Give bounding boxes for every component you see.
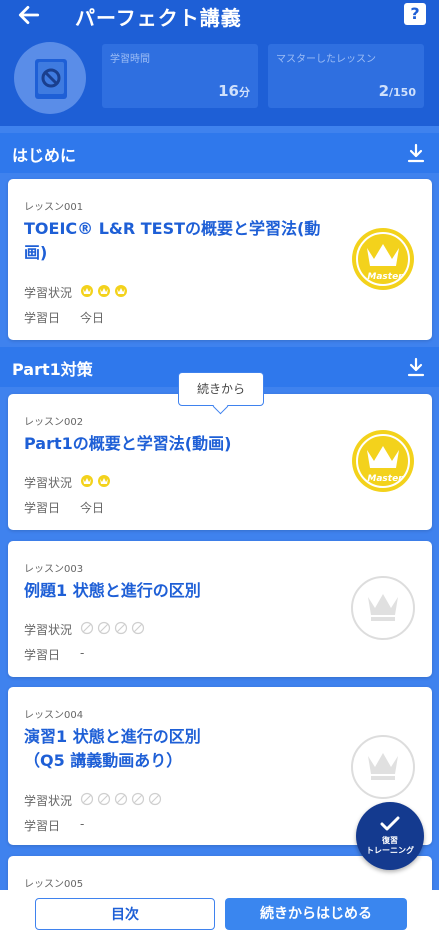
download-icon[interactable] <box>406 143 426 163</box>
review-training-label-1: 復習 <box>382 836 398 845</box>
study-time-stat: 学習時間 16分 <box>102 44 258 108</box>
date-row: 学習日 今日 <box>24 499 104 516</box>
date-value: 今日 <box>80 311 105 325</box>
status-icons <box>80 284 134 301</box>
course-book-icon <box>14 42 86 114</box>
date-label: 学習日 <box>24 648 61 662</box>
section-header-intro: はじめに <box>0 133 439 173</box>
date-value: - <box>80 817 85 831</box>
lesson-card-001[interactable]: レッスン001 TOEIC® L&R TESTの概要と学習法(動画) 学習状況 … <box>8 179 432 340</box>
date-row: 学習日 今日 <box>24 309 104 326</box>
lesson-title: 演習1 状態と進行の区別 （Q5 講義動画あり） <box>24 727 201 770</box>
date-value: - <box>80 646 85 660</box>
continue-start-button[interactable]: 続きからはじめる <box>225 898 407 930</box>
lesson-number: レッスン005 <box>24 879 84 890</box>
status-row: 学習状況 <box>24 284 127 301</box>
date-row: 学習日 - <box>24 646 84 663</box>
checkmark-icon <box>380 816 400 831</box>
status-row: 学習状況 <box>24 621 145 638</box>
status-icons <box>80 621 148 638</box>
status-label: 学習状況 <box>24 623 73 637</box>
mastered-lessons-label: マスターしたレッスン <box>276 54 376 65</box>
lesson-title: TOEIC® L&R TESTの概要と学習法(動画) <box>24 219 321 262</box>
help-icon[interactable]: ? <box>404 3 426 25</box>
lesson-title: 例題1 状態と進行の区別 <box>24 581 201 600</box>
mastered-lessons-stat: マスターしたレッスン 2/150 <box>268 44 424 108</box>
review-training-label-2: トレーニング <box>366 846 414 855</box>
app-header: パーフェクト講義 ? 学習時間 16分 マスターしたレッスン 2/150 <box>0 0 439 126</box>
status-row: 学習状況 <box>24 792 162 809</box>
section-title: はじめに <box>12 146 77 165</box>
master-crown-badge-icon: Master <box>352 430 414 492</box>
status-label: 学習状況 <box>24 794 73 808</box>
status-icons <box>80 792 166 809</box>
status-label: 学習状況 <box>24 286 73 300</box>
date-label: 学習日 <box>24 501 61 515</box>
master-crown-badge-icon: Master <box>352 228 414 290</box>
review-training-button[interactable]: 復習 トレーニング <box>356 802 424 870</box>
lesson-card-003[interactable]: レッスン003 例題1 状態と進行の区別 学習状況 学習日 - <box>8 541 432 677</box>
status-label: 学習状況 <box>24 476 73 490</box>
empty-crown-badge-icon <box>351 735 415 799</box>
svg-text:Master: Master <box>367 474 403 484</box>
study-time-value: 16分 <box>218 82 250 100</box>
status-icons <box>80 474 116 491</box>
lesson-number: レッスン003 <box>24 564 84 575</box>
lesson-title: Part1の概要と学習法(動画) <box>24 434 232 453</box>
study-time-label: 学習時間 <box>110 54 150 65</box>
lesson-number: レッスン002 <box>24 417 84 428</box>
page-title: パーフェクト講義 <box>75 6 242 30</box>
lesson-number: レッスン001 <box>24 202 84 213</box>
status-row: 学習状況 <box>24 474 110 491</box>
bottom-action-bar: 目次 続きからはじめる <box>0 890 439 936</box>
section-title: Part1対策 <box>12 360 93 379</box>
date-label: 学習日 <box>24 819 61 833</box>
back-arrow-icon[interactable] <box>16 2 42 28</box>
continue-tooltip: 続きから <box>178 372 264 406</box>
date-row: 学習日 - <box>24 817 84 834</box>
empty-crown-badge-icon <box>351 576 415 640</box>
lesson-number: レッスン004 <box>24 710 84 721</box>
mastered-lessons-value: 2/150 <box>378 82 416 100</box>
table-of-contents-button[interactable]: 目次 <box>35 898 215 930</box>
date-label: 学習日 <box>24 311 61 325</box>
download-icon[interactable] <box>406 357 426 377</box>
svg-text:Master: Master <box>367 272 403 282</box>
date-value: 今日 <box>80 501 105 515</box>
